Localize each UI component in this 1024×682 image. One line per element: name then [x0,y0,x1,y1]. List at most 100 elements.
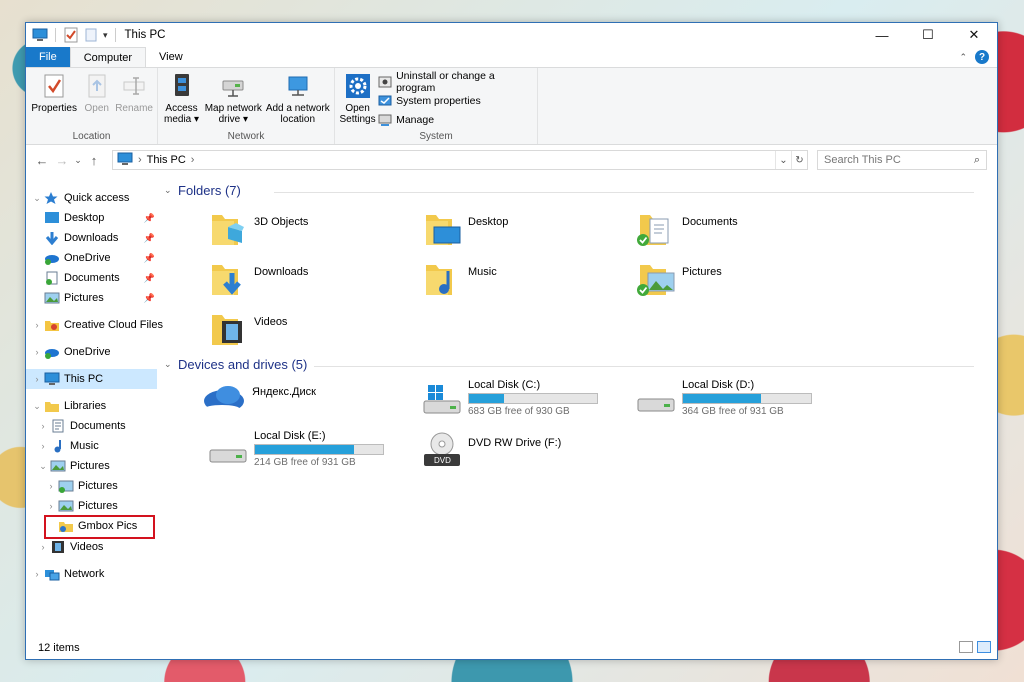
system-group: Open Settings Uninstall or change a prog… [335,68,538,144]
access-media-label-1: Access [165,103,198,114]
collapse-chevron-icon[interactable]: ⌄ [38,461,48,472]
drive-yandex[interactable]: Яндекс.Диск [202,379,316,419]
recent-locations-chevron-icon[interactable]: ⌄ [72,155,84,166]
capacity-bar [254,444,384,455]
folder-desktop[interactable]: Desktop [422,209,508,249]
collapse-chevron-icon[interactable]: ⌄ [164,359,178,370]
nav-pictures-sub-1[interactable]: › Pictures [46,476,157,496]
search-placeholder: Search This PC [824,154,901,166]
search-icon[interactable]: ⌕ [974,154,980,167]
nav-qa-documents-label: Documents [64,272,120,284]
nav-qa-onedrive[interactable]: OneDrive 📌 [42,248,157,268]
pin-icon[interactable]: 📌 [144,293,155,304]
forward-arrow-icon[interactable]: → [52,153,72,168]
nav-qa-desktop[interactable]: Desktop 📌 [42,208,157,228]
nav-lib-documents-label: Documents [70,420,126,432]
uninstall-program-button[interactable]: Uninstall or change a program [378,70,533,94]
manage-label: Manage [396,113,435,126]
help-icon[interactable]: ? [975,50,989,64]
properties-check-icon[interactable] [63,27,79,43]
devices-section-header[interactable]: ⌄ Devices and drives (5) [164,357,974,372]
tab-file[interactable]: File [26,47,70,67]
folder-label: Music [468,266,497,278]
large-icons-view-icon[interactable] [977,641,991,653]
folder-pictures[interactable]: Pictures [636,259,722,299]
manage-button[interactable]: Manage [378,111,533,128]
pictures-icon [50,459,66,473]
pin-icon[interactable]: 📌 [144,213,155,224]
expand-chevron-icon[interactable]: › [38,542,48,552]
breadcrumb-separator-icon[interactable]: › [138,154,142,166]
nav-lib-music[interactable]: › Music [38,436,157,456]
expand-chevron-icon[interactable]: › [46,481,56,491]
expand-chevron-icon[interactable]: › [32,320,42,330]
location-group-label: Location [72,131,111,142]
drive-c[interactable]: Local Disk (C:) 683 GB free of 930 GB [422,379,598,419]
devices-header-label: Devices and drives (5) [178,357,308,372]
collapse-chevron-icon[interactable]: ⌄ [164,185,178,196]
nav-pictures-sub-2[interactable]: › Pictures [46,496,157,516]
nav-quick-access[interactable]: ⌄ Quick access [32,188,163,208]
nav-libraries-label: Libraries [64,400,107,412]
system-properties-button[interactable]: System properties [378,92,533,109]
nav-lib-videos[interactable]: › Videos [38,537,157,557]
nav-lib-documents[interactable]: › Documents [38,416,157,436]
search-box[interactable]: Search This PC ⌕ [817,150,987,170]
folder-3d-objects[interactable]: 3D Objects [208,209,308,249]
nav-creative-cloud[interactable]: › Creative Cloud Files [32,315,163,335]
capacity-bar [468,393,598,404]
nav-lib-pictures[interactable]: ⌄ Pictures [38,456,157,476]
add-location-label-1: Add a network [265,103,330,114]
expand-chevron-icon[interactable]: › [38,441,48,451]
expand-chevron-icon[interactable]: › [32,569,42,579]
nav-network[interactable]: › Network [32,564,163,584]
expand-chevron-icon[interactable]: › [46,501,56,511]
nav-qa-downloads[interactable]: Downloads 📌 [42,228,157,248]
ribbon: Properties Open Rename Location Access m… [26,67,997,145]
expand-chevron-icon[interactable]: › [38,421,48,431]
expand-chevron-icon[interactable]: › [32,347,42,357]
drive-e[interactable]: Local Disk (E:) 214 GB free of 931 GB [208,430,384,470]
drive-f[interactable]: DVD DVD RW Drive (F:) [422,430,561,470]
folder-documents[interactable]: Documents [636,209,738,249]
capacity-fill [255,445,354,454]
up-arrow-icon[interactable]: ↑ [84,153,104,168]
breadcrumb-this-pc[interactable]: This PC [147,154,186,166]
documents-folder-icon [636,209,676,249]
hard-drive-icon [208,430,248,470]
customize-toolbar-chevron-icon[interactable]: ▾ [103,30,108,41]
new-folder-icon[interactable] [83,27,99,43]
folder-downloads[interactable]: Downloads [208,259,308,299]
folder-videos[interactable]: Videos [208,309,287,349]
nav-onedrive[interactable]: › OneDrive [32,342,163,362]
nav-qa-pictures[interactable]: Pictures 📌 [42,288,157,308]
address-history-chevron-icon[interactable]: ⌄ [775,151,791,169]
drive-d[interactable]: Local Disk (D:) 364 GB free of 931 GB [636,379,812,419]
nav-libraries[interactable]: ⌄ Libraries [32,396,163,416]
tab-computer[interactable]: Computer [69,47,147,67]
folders-section-header[interactable]: ⌄ Folders (7) [164,183,974,198]
nav-creative-cloud-label: Creative Cloud Files [63,319,163,331]
nav-qa-documents[interactable]: Documents 📌 [42,268,157,288]
close-button[interactable]: ✕ [951,23,997,47]
details-view-icon[interactable] [959,641,973,653]
collapse-chevron-icon[interactable]: ⌄ [32,401,42,412]
rename-label: Rename [115,103,153,114]
folder-music[interactable]: Music [422,259,497,299]
breadcrumb-separator-icon[interactable]: › [191,154,195,166]
pin-icon[interactable]: 📌 [144,253,155,264]
nav-this-pc[interactable]: › This PC [26,369,157,389]
minimize-button[interactable]: — [859,23,905,47]
address-bar[interactable]: › This PC › ⌄ ↻ [112,150,808,170]
pin-icon[interactable]: 📌 [144,233,155,244]
maximize-button[interactable]: ☐ [905,23,951,47]
back-arrow-icon[interactable]: ← [32,153,52,168]
tab-view[interactable]: View [146,47,196,67]
drive-name: Local Disk (E:) [254,430,326,442]
expand-chevron-icon[interactable]: ⌄ [32,193,42,204]
expand-ribbon-chevron-icon[interactable]: ⌃ [959,52,967,63]
map-drive-label-2: drive ▾ [218,114,249,125]
refresh-icon[interactable]: ↻ [791,151,807,169]
expand-chevron-icon[interactable]: › [32,374,42,384]
pin-icon[interactable]: 📌 [144,273,155,284]
